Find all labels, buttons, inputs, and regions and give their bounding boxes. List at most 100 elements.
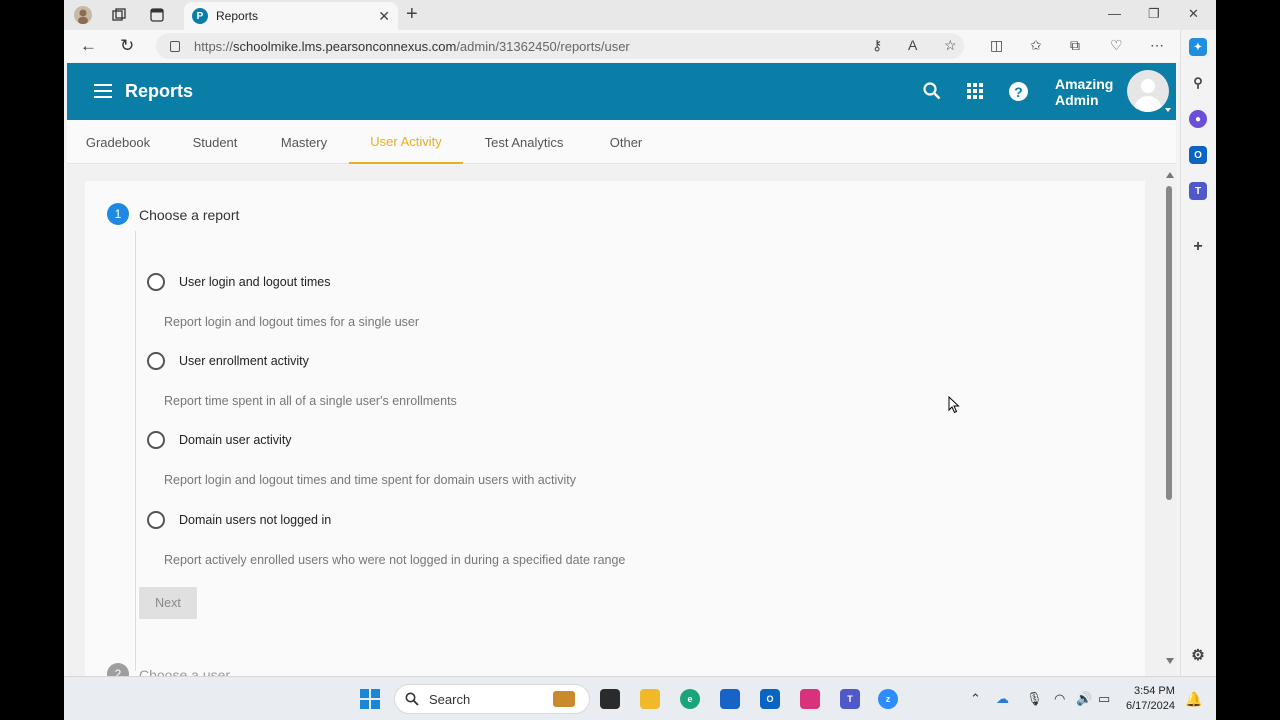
taskbar-clock[interactable]: 3:54 PM 6/17/2024 xyxy=(1126,684,1175,714)
hamburger-menu-icon[interactable] xyxy=(94,84,112,98)
close-window-icon[interactable]: ✕ xyxy=(1188,6,1199,22)
file-explorer-icon[interactable] xyxy=(640,689,660,709)
option-label: Domain users not logged in xyxy=(179,513,332,527)
search-icon[interactable] xyxy=(923,82,941,105)
task-view-icon[interactable] xyxy=(600,689,620,709)
option-user-login-logout[interactable]: User login and logout times xyxy=(147,273,330,291)
show-hidden-icons-icon[interactable]: ⌃ xyxy=(970,691,981,707)
mouse-cursor-icon xyxy=(948,395,960,419)
favorites-icon[interactable]: ✩ xyxy=(1030,37,1042,54)
option-label: User login and logout times xyxy=(179,275,331,289)
option-label: User enrollment activity xyxy=(179,354,309,368)
page-scrollbar[interactable] xyxy=(1162,168,1176,676)
scroll-thumb[interactable] xyxy=(1166,186,1172,500)
lock-icon xyxy=(170,40,180,52)
search-icon xyxy=(405,692,419,706)
battery-icon[interactable]: ▭ xyxy=(1098,691,1110,707)
step-1-label: Choose a report xyxy=(139,207,240,223)
close-tab-icon[interactable]: ✕ xyxy=(378,8,390,25)
pearson-favicon-icon: P xyxy=(192,8,208,24)
scroll-down-icon[interactable] xyxy=(1166,658,1174,664)
browser-tab-title: Reports xyxy=(216,9,259,23)
apps-grid-icon[interactable] xyxy=(967,83,983,99)
step-2-label: Choose a user xyxy=(139,667,231,676)
screen: P Reports ✕ + — ❐ ✕ ← ↻ https://schoolmi… xyxy=(64,0,1216,720)
option-user-enrollment-activity[interactable]: User enrollment activity xyxy=(147,352,309,370)
profile-avatar-icon[interactable] xyxy=(72,4,94,26)
volume-icon[interactable]: 🔊 xyxy=(1076,691,1092,707)
copilot-icon[interactable]: ✦ xyxy=(1189,38,1207,56)
add-sidebar-app-icon[interactable]: + xyxy=(1189,238,1207,256)
split-screen-icon[interactable]: ◫ xyxy=(990,37,1003,54)
scroll-up-icon[interactable] xyxy=(1166,172,1174,178)
url-field[interactable]: https://schoolmike.lms.pearsonconnexus.c… xyxy=(156,33,964,59)
restore-icon[interactable]: ❐ xyxy=(1148,6,1160,22)
edge-browser-icon[interactable]: e xyxy=(680,689,700,709)
next-button[interactable]: Next xyxy=(139,587,197,619)
browser-tab-strip: P Reports ✕ + — ❐ ✕ xyxy=(64,0,1216,30)
sidebar-settings-icon[interactable]: ⚙ xyxy=(1189,646,1207,664)
key-icon[interactable]: ⚷ xyxy=(872,37,882,54)
tab-user-activity[interactable]: User Activity xyxy=(349,120,463,164)
page-title: Reports xyxy=(125,81,194,101)
tab-test-analytics[interactable]: Test Analytics xyxy=(473,120,575,164)
browser-essentials-icon[interactable]: ♡ xyxy=(1110,37,1123,54)
step-2-number: 2 xyxy=(107,663,129,676)
help-icon[interactable]: ? xyxy=(1009,82,1028,101)
step-1-number: 1 xyxy=(107,203,129,225)
radio-button[interactable] xyxy=(147,431,165,449)
collections-icon[interactable]: ⧉ xyxy=(1070,37,1080,54)
browser-tab-reports[interactable]: P Reports ✕ xyxy=(184,2,398,30)
app-icon[interactable] xyxy=(720,689,740,709)
option-domain-user-activity[interactable]: Domain user activity xyxy=(147,431,292,449)
snipping-tool-icon[interactable] xyxy=(800,689,820,709)
favorite-star-icon[interactable]: ☆ xyxy=(944,37,957,54)
more-menu-icon[interactable]: ⋯ xyxy=(1150,37,1164,54)
option-description: Report actively enrolled users who were … xyxy=(164,553,626,567)
step-connector-line xyxy=(135,231,136,671)
address-bar-row: ← ↻ https://schoolmike.lms.pearsonconnex… xyxy=(64,30,1216,62)
wifi-icon[interactable]: ◠ xyxy=(1054,691,1065,707)
main-content: 1 Choose a report User login and logout … xyxy=(67,165,1176,676)
user-name[interactable]: Amazing Admin xyxy=(1055,76,1113,108)
tab-mastery[interactable]: Mastery xyxy=(267,120,341,164)
teams-taskbar-icon[interactable]: T xyxy=(840,689,860,709)
sidebar-search-icon[interactable]: ⚲ xyxy=(1189,74,1207,92)
report-wizard-card: 1 Choose a report User login and logout … xyxy=(85,181,1145,676)
app-header: Reports ? Amazing Admin xyxy=(67,63,1176,120)
zoom-icon[interactable]: z xyxy=(878,689,898,709)
outlook-taskbar-icon[interactable]: O xyxy=(760,689,780,709)
radio-button[interactable] xyxy=(147,352,165,370)
workspaces-icon[interactable] xyxy=(108,4,130,26)
url-text: https://schoolmike.lms.pearsonconnexus.c… xyxy=(194,38,630,54)
microphone-icon[interactable]: 🎙 xyxy=(1026,691,1043,707)
notification-bell-icon[interactable]: 🔔 xyxy=(1185,691,1202,708)
tab-gradebook[interactable]: Gradebook xyxy=(77,120,159,164)
tab-other[interactable]: Other xyxy=(595,120,657,164)
minimize-icon[interactable]: — xyxy=(1108,6,1121,21)
radio-button[interactable] xyxy=(147,511,165,529)
option-domain-users-not-logged-in[interactable]: Domain users not logged in xyxy=(147,511,331,529)
onedrive-icon[interactable]: ☁ xyxy=(996,691,1009,707)
m365-icon[interactable]: ● xyxy=(1189,110,1207,128)
back-icon[interactable]: ← xyxy=(80,36,97,56)
outlook-icon[interactable]: O xyxy=(1189,146,1207,164)
new-tab-icon[interactable]: + xyxy=(406,4,418,24)
read-aloud-icon[interactable]: A xyxy=(908,37,917,53)
windows-start-icon[interactable] xyxy=(360,689,380,709)
option-description: Report login and logout times and time s… xyxy=(164,473,577,487)
radio-button[interactable] xyxy=(147,273,165,291)
taskbar-search-label: Search xyxy=(429,691,471,707)
report-tabs: Gradebook Student Mastery User Activity … xyxy=(67,120,1176,164)
avatar-dropdown-icon[interactable] xyxy=(1165,108,1171,112)
tab-student[interactable]: Student xyxy=(179,120,251,164)
option-description: Report time spent in all of a single use… xyxy=(164,394,457,408)
edge-sidebar: ✦ ⚲ ● O T + ⚙ xyxy=(1180,30,1216,676)
option-description: Report login and logout times for a sing… xyxy=(164,315,420,329)
taskbar-search[interactable]: Search xyxy=(394,684,590,714)
refresh-icon[interactable]: ↻ xyxy=(120,36,134,56)
avatar[interactable] xyxy=(1127,70,1169,112)
option-label: Domain user activity xyxy=(179,433,292,447)
tab-actions-icon[interactable] xyxy=(146,4,168,26)
teams-icon[interactable]: T xyxy=(1189,182,1207,200)
